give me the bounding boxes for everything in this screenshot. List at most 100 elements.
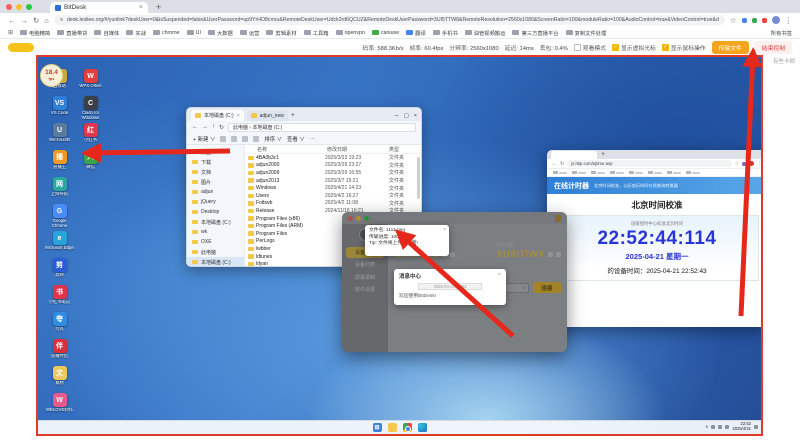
- desktop-icon[interactable]: 书 小红书笔记: [44, 285, 75, 312]
- remote-profile-avatar[interactable]: [749, 161, 754, 166]
- column-name[interactable]: 名称: [257, 146, 327, 153]
- transfer-file-button[interactable]: 传输文件: [712, 41, 749, 54]
- extension-icon[interactable]: [752, 18, 757, 23]
- network-icon[interactable]: [711, 425, 715, 429]
- bookmark-item[interactable]: [686, 171, 700, 175]
- tooltip-close-icon[interactable]: ×: [443, 227, 446, 234]
- close-icon[interactable]: ×: [414, 113, 417, 119]
- bookmark-item[interactable]: 剪辑素材: [266, 29, 296, 37]
- zoom-window-button[interactable]: [26, 4, 32, 10]
- extension-icon[interactable]: [762, 18, 767, 23]
- table-row[interactable]: Fotbwb 2025/4/2 11:08 文件夹: [245, 200, 421, 208]
- bookmark-item[interactable]: [591, 171, 605, 175]
- bookmark-item[interactable]: 油管视频搬运: [465, 29, 506, 37]
- remote-new-tab-button[interactable]: +: [601, 151, 605, 159]
- sidebar-folder-item[interactable]: OXE: [187, 237, 244, 247]
- desktop-icon[interactable]: G Google Chrome: [44, 204, 75, 231]
- notification-center-icon[interactable]: [754, 425, 758, 429]
- new-tab-button[interactable]: +: [156, 2, 161, 12]
- sidebar-folder-item[interactable]: 本地磁盘 (C:): [187, 217, 244, 227]
- up-icon[interactable]: ↑: [212, 124, 215, 130]
- cut-icon[interactable]: [220, 136, 226, 142]
- bookmark-item[interactable]: UI: [187, 29, 201, 37]
- forward-icon[interactable]: →: [21, 16, 29, 25]
- bookmark-item[interactable]: 自媒体: [94, 29, 119, 37]
- bookmark-item[interactable]: openvpn: [336, 29, 365, 37]
- remote-chrome-window[interactable]: + ← ↻ js.hkp.com/njtime.asp ☆ ⋮: [547, 150, 763, 327]
- desktop-icon[interactable]: C Clash for Windows: [75, 96, 106, 123]
- minimize-window-button[interactable]: [16, 4, 22, 10]
- desktop-icon[interactable]: U WinToUSB: [44, 123, 75, 150]
- address-bar[interactable]: ≡ desk.lesliee.org/#/yunlink?deskUser=0&…: [54, 15, 725, 25]
- table-row[interactable]: Windows 2025/4/21 14:23 文件夹: [245, 184, 421, 192]
- dialog-close-icon[interactable]: ×: [498, 272, 501, 280]
- desktop-icon[interactable]: VS VS Code: [44, 96, 75, 123]
- sidebar-folder-item[interactable]: 此电脑: [187, 247, 244, 257]
- browser-menu-icon[interactable]: ⋮: [785, 16, 793, 25]
- table-row[interactable]: adjun2009 2025/3/29 16:55 文件夹: [245, 169, 421, 177]
- desktop-icon[interactable]: 人 微信: [75, 150, 106, 177]
- sidebar-folder-item[interactable]: adjun: [187, 187, 244, 197]
- home-icon[interactable]: ⌂: [44, 16, 49, 25]
- sort-button[interactable]: 排序 ∨: [264, 135, 282, 143]
- battery-icon[interactable]: [725, 425, 729, 429]
- lag-feedback-link[interactable]: 有些卡顿: [773, 57, 795, 65]
- desktop-icon[interactable]: 文 素材: [44, 366, 75, 393]
- bookmark-item[interactable]: 大数据: [208, 29, 233, 37]
- view-button[interactable]: 查看 ∨: [287, 135, 305, 143]
- bookmark-item[interactable]: [648, 171, 662, 175]
- virtual-cursor-checkbox[interactable]: ✓ 显示虚拟光标: [612, 43, 656, 52]
- new-button[interactable]: + 新建 ∨: [193, 135, 215, 143]
- maximize-icon[interactable]: ▢: [404, 113, 409, 119]
- sidebar-folder-item[interactable]: 文档: [187, 167, 244, 177]
- column-type[interactable]: 类型: [389, 146, 421, 153]
- remote-menu-icon[interactable]: ⋮: [757, 161, 762, 167]
- bookmark-item[interactable]: [610, 171, 624, 175]
- extension-icon[interactable]: [742, 18, 747, 23]
- explorer-tab-inactive[interactable]: adjun_new: [247, 110, 288, 121]
- tray-chevron-icon[interactable]: ∧: [705, 424, 708, 430]
- desktop-icon[interactable]: e Microsoft Edge: [44, 231, 75, 258]
- bookmark-item[interactable]: 翻译: [406, 29, 426, 37]
- back-icon[interactable]: ←: [192, 124, 198, 130]
- desktop-icon[interactable]: 伴 直播伴侣: [44, 339, 75, 366]
- bookmark-item[interactable]: 电脑精简: [20, 29, 50, 37]
- chrome-taskbar-icon[interactable]: [403, 423, 412, 432]
- desktop-icon[interactable]: 网 上网导航: [44, 177, 75, 204]
- site-title[interactable]: 在线计时器: [554, 181, 589, 191]
- breadcrumb[interactable]: 此电脑 › 本地磁盘 (C:): [228, 123, 416, 132]
- bookmark-item[interactable]: 第三方直播平台: [512, 29, 558, 37]
- explorer-taskbar-icon[interactable]: [388, 423, 397, 432]
- sidebar-folder-item[interactable]: Desktop: [187, 207, 244, 217]
- bookmark-star-icon[interactable]: ☆: [735, 161, 739, 167]
- dialog-date-field[interactable]: 2025-04-21 22:52: [418, 283, 482, 290]
- bookmark-item[interactable]: 实战: [126, 29, 146, 37]
- bookmark-item[interactable]: [667, 171, 681, 175]
- reload-icon[interactable]: ↻: [560, 161, 564, 167]
- minimize-icon[interactable]: ─: [395, 113, 399, 119]
- table-row[interactable]: 4BA0b3c1 2025/3/23 19:23 文件夹: [245, 154, 421, 162]
- volume-icon[interactable]: [718, 425, 722, 429]
- bookmark-item[interactable]: [629, 171, 643, 175]
- table-row[interactable]: adjun2000 2025/3/29 23:27 文件夹: [245, 162, 421, 170]
- close-window-button[interactable]: [6, 4, 12, 10]
- desktop-icon[interactable]: 红 小红书: [75, 123, 106, 150]
- desktop-icon[interactable]: 夸 夸克: [44, 312, 75, 339]
- bitdesk-menu-pill[interactable]: [8, 43, 34, 52]
- profile-avatar[interactable]: [772, 16, 780, 24]
- start-button-icon[interactable]: ⊞: [373, 423, 382, 432]
- message-center-dialog[interactable]: 消息中心 × 2025-04-21 22:52 欢迎使用BitDesk!: [394, 269, 506, 305]
- new-explorer-tab-button[interactable]: +: [291, 112, 295, 119]
- mouse-action-checkbox[interactable]: ✓ 显示鼠标操作: [662, 43, 706, 52]
- sidebar-folder-item[interactable]: wk: [187, 227, 244, 237]
- all-bookmarks-button[interactable]: 所有书签: [771, 29, 792, 37]
- reload-icon[interactable]: ↻: [33, 16, 39, 25]
- browser-tab[interactable]: BitDesk ×: [50, 2, 148, 13]
- bookmark-star-icon[interactable]: ☆: [730, 16, 737, 25]
- watch-mode-checkbox[interactable]: 观看模式: [574, 43, 606, 52]
- copy-icon[interactable]: [231, 136, 237, 142]
- remote-url-field[interactable]: js.hkp.com/njtime.asp: [567, 160, 731, 167]
- bookmark-item[interactable]: 手机书: [433, 29, 458, 37]
- tab-close-icon[interactable]: ×: [139, 4, 143, 11]
- more-button[interactable]: ···: [310, 136, 315, 142]
